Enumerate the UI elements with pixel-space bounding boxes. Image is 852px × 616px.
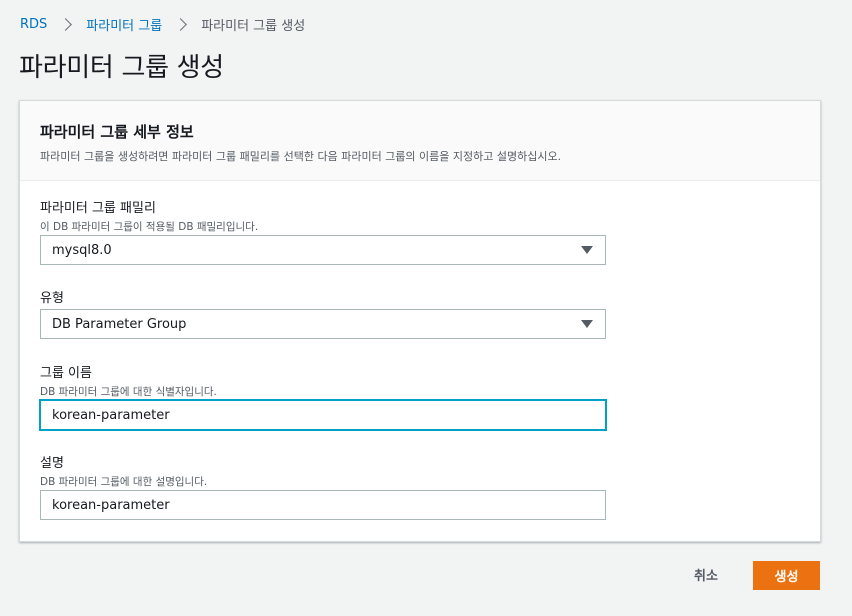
- type-select-value: DB Parameter Group: [52, 316, 187, 332]
- group-name-field: 그룹 이름 DB 파라미터 그룹에 대한 식별자입니다. korean-para…: [40, 362, 606, 430]
- group-name-input-value: korean-parameter: [52, 407, 170, 423]
- breadcrumb-rds-link[interactable]: RDS: [20, 17, 47, 32]
- family-select[interactable]: mysql8.0: [40, 235, 606, 265]
- panel-description: 파라미터 그룹을 생성하려면 파라미터 그룹 패밀리를 선택한 다음 파라미터 …: [40, 150, 562, 163]
- group-name-input[interactable]: korean-parameter: [40, 400, 606, 430]
- type-label: 유형: [40, 291, 64, 306]
- group-name-label: 그룹 이름: [40, 366, 92, 381]
- description-description: DB 파라미터 그룹에 대한 설명입니다.: [40, 476, 208, 488]
- type-field: 유형 DB Parameter Group: [40, 287, 606, 339]
- chevron-right-icon: [59, 18, 73, 31]
- parameter-group-details-panel: 파라미터 그룹 세부 정보 파라미터 그룹을 생성하려면 파라미터 그룹 패밀리…: [19, 100, 821, 542]
- panel-header: 파라미터 그룹 세부 정보 파라미터 그룹을 생성하려면 파라미터 그룹 패밀리…: [20, 101, 820, 181]
- caret-down-icon: [581, 320, 593, 328]
- chevron-right-icon: [174, 18, 188, 31]
- description-input-value: korean-parameter: [52, 497, 170, 513]
- breadcrumb-current: 파라미터 그룹 생성: [201, 19, 306, 34]
- page-title: 파라미터 그룹 생성: [19, 53, 224, 83]
- breadcrumb: RDS 파라미터 그룹 파라미터 그룹 생성: [20, 15, 305, 34]
- description-label: 설명: [40, 456, 64, 471]
- breadcrumb-parameter-groups-link[interactable]: 파라미터 그룹: [86, 15, 162, 34]
- family-field: 파라미터 그룹 패밀리 이 DB 파라미터 그룹이 적용될 DB 패밀리입니다.…: [40, 197, 606, 265]
- caret-down-icon: [581, 246, 593, 254]
- group-name-description: DB 파라미터 그룹에 대한 식별자입니다.: [40, 386, 217, 398]
- cancel-button[interactable]: 취소: [678, 565, 734, 585]
- description-field: 설명 DB 파라미터 그룹에 대한 설명입니다. korean-paramete…: [40, 452, 606, 520]
- create-button[interactable]: 생성: [753, 561, 820, 590]
- panel-title: 파라미터 그룹 세부 정보: [40, 123, 194, 141]
- family-description: 이 DB 파라미터 그룹이 적용될 DB 패밀리입니다.: [40, 221, 259, 233]
- family-label: 파라미터 그룹 패밀리: [40, 201, 156, 216]
- family-select-value: mysql8.0: [52, 242, 112, 258]
- description-input[interactable]: korean-parameter: [40, 490, 606, 520]
- type-select[interactable]: DB Parameter Group: [40, 309, 606, 339]
